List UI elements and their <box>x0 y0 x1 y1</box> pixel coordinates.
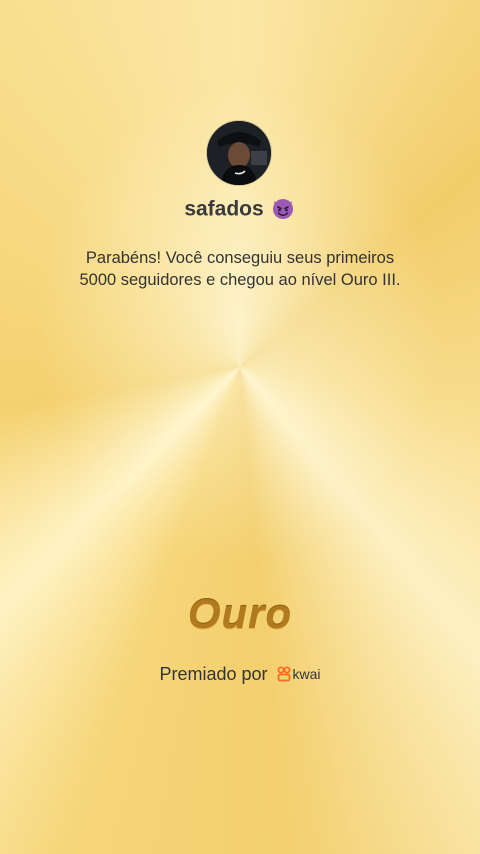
message-line-1: Parabéns! Você conseguiu seus primeiros <box>85 249 395 267</box>
tier-label: Ouro <box>187 590 293 637</box>
congrats-message: Parabéns! Você conseguiu seus primeiros … <box>40 247 440 291</box>
message-line-2: 5000 seguidores e chegou ao nível Ouro I… <box>79 271 401 289</box>
username: safados <box>184 197 264 221</box>
award-row: Premiado por kwai <box>0 664 480 685</box>
smiling-devil-icon <box>270 195 296 221</box>
award-prefix: Premiado por <box>159 664 268 684</box>
avatar-photo <box>207 121 271 185</box>
user-avatar[interactable] <box>207 121 271 185</box>
kwai-brand-text: kwai <box>292 666 321 683</box>
username-row: safados <box>0 197 480 223</box>
kwai-logo-icon <box>277 666 291 682</box>
kwai-brand: kwai <box>277 666 321 682</box>
